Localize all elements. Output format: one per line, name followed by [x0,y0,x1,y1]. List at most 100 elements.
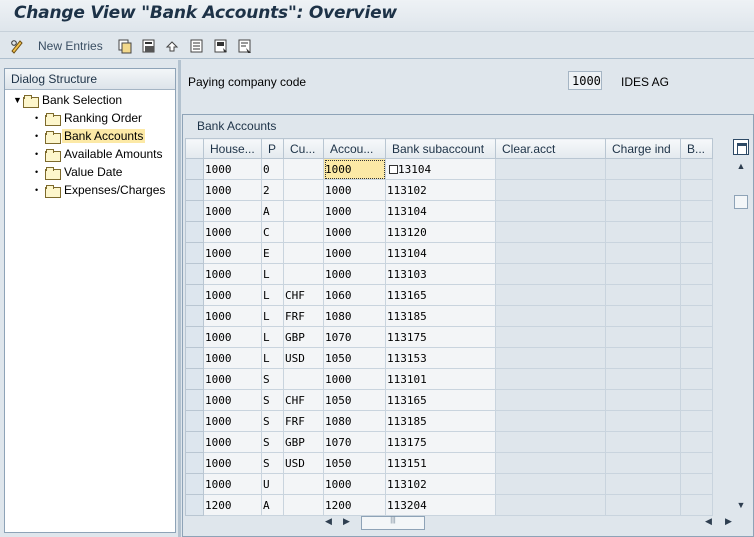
table-cell[interactable]: 1000 [323,368,386,390]
table-cell[interactable]: 1000 [323,473,386,495]
new-entries-button[interactable]: New Entries [38,37,103,55]
table-cell[interactable]: 1200 [323,494,386,516]
table-cell: 113104 [385,242,496,264]
tree-item-expenses-charges[interactable]: • Expenses/Charges [35,181,167,199]
table-cell[interactable]: 1000 [323,200,386,222]
select-all-icon[interactable] [189,37,205,55]
table-row[interactable]: 1000 S 1000 113101 [185,368,713,390]
scroll-up-icon[interactable]: ▲ [733,161,749,177]
row-selector[interactable] [185,221,204,243]
table-cell[interactable]: 1060 [323,284,386,306]
table-row[interactable]: 1000 L CHF 1060 113165 [185,284,713,306]
pencil-glasses-icon[interactable] [10,37,26,55]
tree-item-available-amounts[interactable]: • Available Amounts [35,145,165,163]
table-cell[interactable]: 1000 [323,158,386,180]
row-selector[interactable] [185,242,204,264]
table-row[interactable]: 1000 L FRF 1080 113185 [185,305,713,327]
scroll-thumb[interactable] [734,195,748,209]
row-selector[interactable] [185,389,204,411]
row-selector[interactable] [185,452,204,474]
table-row[interactable]: 1000 L 1000 113103 [185,263,713,285]
table-cell: FRF [283,410,324,432]
splitter-handle[interactable] [178,60,181,537]
column-header[interactable]: Accou... [323,138,386,159]
table-cell[interactable]: 1070 [323,431,386,453]
column-header[interactable]: Bank subaccount [385,138,496,159]
table-row[interactable]: 1000 S GBP 1070 113175 [185,431,713,453]
table-cell[interactable]: 1000 [323,242,386,264]
folder-icon [45,184,61,198]
row-selector[interactable] [185,263,204,285]
table-cell [680,431,713,453]
scroll-left-icon[interactable]: ◀ [325,516,332,527]
column-header[interactable]: Charge ind [605,138,681,159]
row-selector[interactable] [185,368,204,390]
undo-icon[interactable] [164,37,180,55]
copy-icon[interactable] [117,37,133,55]
row-selector[interactable] [185,494,204,516]
tree-node-bank-selection[interactable]: ▼ Bank Selection [13,91,124,109]
row-selector[interactable] [185,431,204,453]
table-row[interactable]: 1000 0 1000 13104 [185,158,713,180]
table-row[interactable]: 1000 2 1000 113102 [185,179,713,201]
table-row[interactable]: 1000 L USD 1050 113153 [185,347,713,369]
tree-item-ranking-order[interactable]: • Ranking Order [35,109,144,127]
column-header[interactable]: Cu... [283,138,324,159]
column-header[interactable]: House... [203,138,262,159]
table-cell[interactable]: 1080 [323,305,386,327]
column-header[interactable]: B... [680,138,713,159]
table-cell [605,158,681,180]
table-cell [605,368,681,390]
table-cell[interactable]: 1050 [323,389,386,411]
horizontal-scrollbar[interactable]: ◀ ▶ ||| ◀ ▶ [325,515,754,531]
row-selector[interactable] [185,158,204,180]
row-selector[interactable] [185,347,204,369]
select-all-cell[interactable] [185,138,204,159]
scroll-right-small-icon[interactable]: ▶ [343,516,350,527]
scroll-right-icon[interactable]: ▶ [725,516,732,527]
row-selector[interactable] [185,410,204,432]
table-cell[interactable]: 1000 [323,263,386,285]
row-selector[interactable] [185,305,204,327]
tree-item-bank-accounts[interactable]: • Bank Accounts [35,127,146,145]
table-settings-icon[interactable] [733,139,749,155]
value-help-icon[interactable] [389,165,398,174]
table-cell[interactable]: 1000 [323,221,386,243]
table-row[interactable]: 1000 S CHF 1050 113165 [185,389,713,411]
tree-item-value-date[interactable]: • Value Date [35,163,124,181]
table-cell[interactable]: 1080 [323,410,386,432]
table-row[interactable]: 1000 C 1000 113120 [185,221,713,243]
column-header[interactable]: P [261,138,284,159]
dialog-structure-panel: Dialog Structure ▼ Bank Selection • Rank… [4,68,176,533]
deselect-icon[interactable] [237,37,253,55]
row-selector[interactable] [185,473,204,495]
table-cell[interactable]: 1000 [323,179,386,201]
table-row[interactable]: 1000 A 1000 113104 [185,200,713,222]
column-header[interactable]: Clear.acct [495,138,606,159]
scroll-left-end-icon[interactable]: ◀ [705,516,712,527]
table-row[interactable]: 1000 U 1000 113102 [185,473,713,495]
horizontal-scroll-thumb[interactable]: ||| [361,516,425,530]
expand-arrow-icon[interactable]: ▼ [13,95,23,105]
table-row[interactable]: 1200 A 1200 113204 [185,494,713,516]
table-cell[interactable]: 1050 [323,452,386,474]
table-cell [680,158,713,180]
row-selector[interactable] [185,200,204,222]
table-row[interactable]: 1000 L GBP 1070 113175 [185,326,713,348]
save-as-icon[interactable] [141,37,157,55]
row-selector[interactable] [185,284,204,306]
row-selector[interactable] [185,179,204,201]
select-block-icon[interactable] [213,37,229,55]
table-cell: 1000 [203,305,262,327]
paying-company-code-field: 1000 [568,71,602,90]
table-row[interactable]: 1000 S FRF 1080 113185 [185,410,713,432]
table-row[interactable]: 1000 S USD 1050 113151 [185,452,713,474]
row-selector[interactable] [185,326,204,348]
table-cell [495,431,606,453]
scroll-down-icon[interactable]: ▼ [733,500,749,516]
table-row[interactable]: 1000 E 1000 113104 [185,242,713,264]
vertical-scrollbar[interactable]: ▲ ▼ [733,161,749,516]
table-cell[interactable]: 1070 [323,326,386,348]
bullet-icon: • [35,149,39,159]
table-cell[interactable]: 1050 [323,347,386,369]
